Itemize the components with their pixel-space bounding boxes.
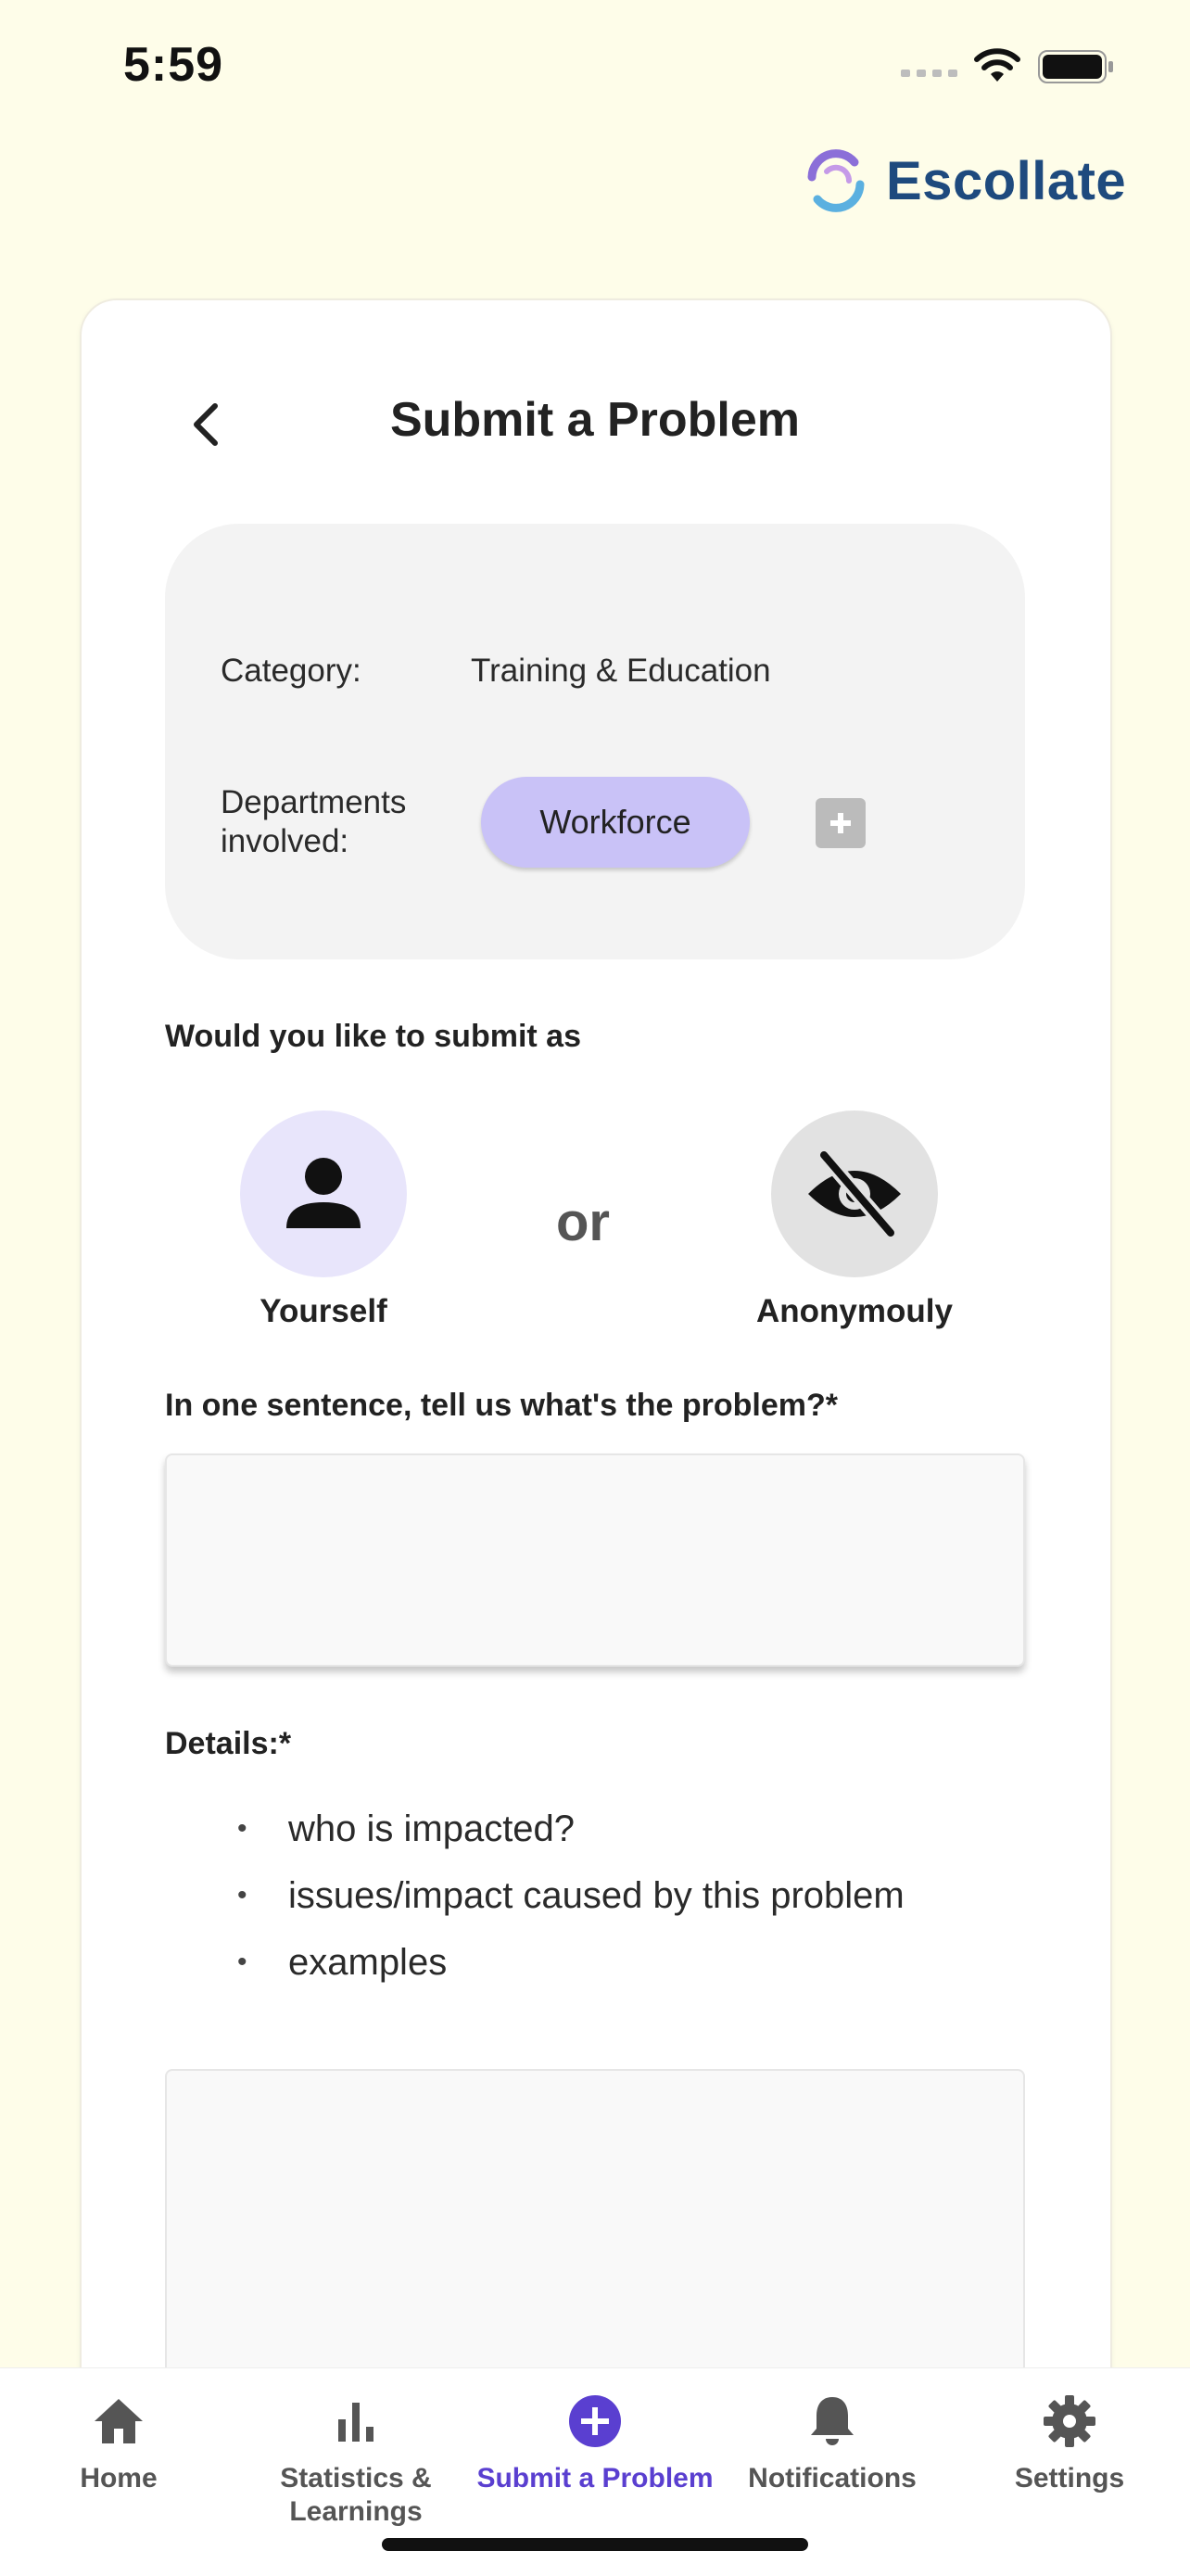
submit-anonymously-button[interactable] xyxy=(771,1110,938,1277)
add-circle-icon xyxy=(569,2395,621,2447)
department-chip[interactable]: Workforce xyxy=(481,777,750,868)
home-indicator xyxy=(382,2538,808,2551)
add-department-button[interactable] xyxy=(816,798,866,848)
problem-question: In one sentence, tell us what's the prob… xyxy=(165,1388,839,1423)
departments-label: Departments involved: xyxy=(221,784,407,859)
status-bar: 5:59 xyxy=(0,0,1190,130)
tab-label: Home xyxy=(80,2463,158,2494)
logo-icon xyxy=(807,149,865,212)
gear-icon xyxy=(1044,2395,1095,2447)
brand-name: Escollate xyxy=(886,150,1127,211)
tab-statistics[interactable]: Statistics & Learnings xyxy=(237,2392,475,2529)
tab-label: Settings xyxy=(1014,2463,1125,2494)
tab-label: Submit a Problem xyxy=(476,2463,714,2494)
tab-home[interactable]: Home xyxy=(0,2392,237,2495)
cellular-signal-icon xyxy=(901,70,957,77)
tab-settings[interactable]: Settings xyxy=(951,2392,1188,2495)
page-title: Submit a Problem xyxy=(389,393,801,447)
back-chevron-icon[interactable] xyxy=(185,399,226,450)
brand-logo: Escollate xyxy=(799,139,1126,222)
details-textarea[interactable] xyxy=(165,2069,1025,2375)
details-label: Details:* xyxy=(165,1726,292,1761)
submit-as-question: Would you like to submit as xyxy=(165,1019,581,1054)
list-item: • examples xyxy=(237,1942,448,1983)
details-hints-list: • who is impacted? • issues/impact caused … xyxy=(237,1803,905,2003)
submit-as-yourself-button[interactable] xyxy=(240,1110,407,1277)
tab-submit-problem[interactable]: Submit a Problem xyxy=(476,2392,714,2495)
battery-icon xyxy=(1038,50,1113,83)
category-value: Training & Education xyxy=(471,653,771,689)
tab-label: Statistics & Learnings xyxy=(280,2463,432,2527)
bell-icon xyxy=(811,2397,854,2445)
anonymous-label: Anonymouly xyxy=(756,1293,953,1329)
tab-label: Notifications xyxy=(748,2463,917,2494)
status-time: 5:59 xyxy=(123,38,224,92)
or-separator: or xyxy=(556,1192,610,1252)
problem-info-panel xyxy=(165,524,1025,959)
tab-notifications[interactable]: Notifications xyxy=(714,2392,951,2495)
bar-chart-icon xyxy=(338,2403,373,2442)
plus-icon xyxy=(830,813,851,833)
list-item: • issues/impact caused by this problem xyxy=(237,1875,905,1916)
problem-sentence-input[interactable] xyxy=(165,1453,1025,1667)
category-label: Category: xyxy=(221,653,361,689)
person-icon xyxy=(286,1158,361,1228)
eye-off-icon xyxy=(808,1148,901,1240)
yourself-label: Yourself xyxy=(260,1293,387,1329)
list-item: • who is impacted? xyxy=(237,1808,576,1849)
wifi-icon xyxy=(974,48,1020,82)
home-icon xyxy=(95,2399,143,2443)
